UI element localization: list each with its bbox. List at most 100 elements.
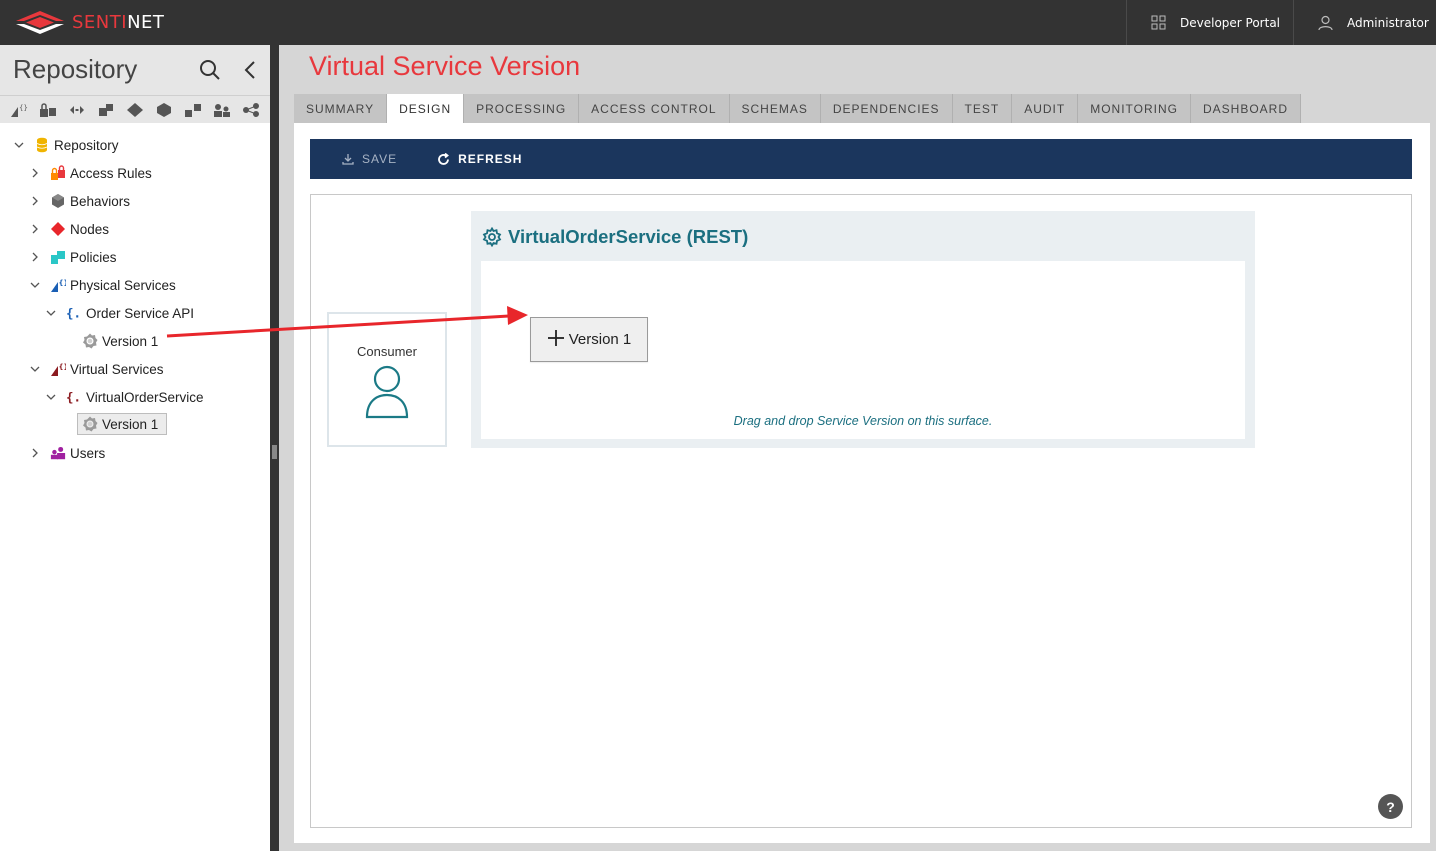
chevron-down-icon[interactable]: [12, 138, 26, 152]
tree-item-label: Nodes: [70, 221, 110, 237]
refresh-icon: [437, 152, 450, 166]
sidebar-toolbar: {}: [0, 95, 270, 123]
tree-item-label: VirtualOrderService: [86, 389, 204, 405]
chevron-right-icon[interactable]: [28, 222, 42, 236]
tree-item-nodes[interactable]: Nodes: [28, 218, 109, 240]
tab-dependencies[interactable]: DEPENDENCIES: [820, 94, 953, 123]
chevron-right-icon[interactable]: [28, 250, 42, 264]
tab-summary[interactable]: SUMMARY: [294, 94, 388, 123]
tab-access-control[interactable]: ACCESS CONTROL: [579, 94, 730, 123]
logo-text: SENTINET: [72, 12, 164, 33]
svg-text:{.}: {.}: [66, 389, 82, 404]
service-title-text: VirtualOrderService (REST): [508, 226, 749, 247]
plus-icon: [547, 329, 565, 351]
tab-schemas[interactable]: SCHEMAS: [729, 94, 821, 123]
logo-suffix: NET: [127, 11, 165, 33]
tree-item-virtual-services[interactable]: {} Virtual Services: [28, 358, 164, 380]
svg-text:{.}: {.}: [66, 305, 82, 320]
tree-item-label: Physical Services: [70, 277, 176, 293]
chevron-down-icon[interactable]: [44, 306, 58, 320]
version-node[interactable]: Version 1: [530, 317, 648, 362]
search-icon[interactable]: [199, 59, 221, 81]
tab-design[interactable]: DESIGN: [387, 94, 465, 123]
consumer-label: Consumer: [357, 344, 417, 359]
save-label: SAVE: [362, 152, 398, 166]
sidebar-title: Repository: [13, 54, 138, 84]
consumer-node[interactable]: Consumer: [327, 312, 447, 447]
tree-item-virtual-version[interactable]: Version 1: [77, 413, 168, 435]
access-rules-icon: [50, 165, 66, 181]
sidebar-header: Repository {}: [0, 45, 270, 123]
selected-item-box: Version 1: [77, 413, 168, 435]
tree-item-label: Access Rules: [70, 165, 152, 181]
user-name: Administrator: [1347, 15, 1429, 30]
api-braces-icon: {.}: [66, 305, 82, 321]
tree-item-physical-services[interactable]: {} Physical Services: [28, 274, 176, 296]
virtual-services-icon: {}: [50, 361, 66, 377]
nodes-icon: [50, 221, 66, 237]
refresh-button[interactable]: REFRESH: [437, 152, 522, 166]
gear-icon: [82, 333, 98, 349]
tree-item-virtual-order-service[interactable]: {.} VirtualOrderService: [44, 386, 204, 408]
tree-item-users[interactable]: Users: [28, 442, 105, 464]
drop-hint: Drag and drop Service Version on this su…: [733, 414, 993, 428]
tree-item-label: Repository: [54, 137, 119, 153]
diagram-icon[interactable]: [62, 99, 91, 121]
tab-bar: SUMMARY DESIGN PROCESSING ACCESS CONTROL…: [294, 94, 1302, 123]
tab-audit[interactable]: AUDIT: [1012, 94, 1079, 123]
behaviors-icon[interactable]: [149, 99, 178, 121]
grid-icon: [1151, 15, 1166, 30]
tree-item-repository[interactable]: Repository: [12, 134, 119, 156]
design-toolbar: SAVE REFRESH: [310, 139, 1412, 179]
hierarchy-icon[interactable]: [178, 99, 207, 121]
developer-portal-label: Developer Portal: [1180, 15, 1281, 30]
collapse-sidebar-icon[interactable]: [241, 59, 259, 81]
tree-item-label: Virtual Services: [70, 361, 164, 377]
tree-item-order-service-api[interactable]: {.} Order Service API: [44, 302, 194, 324]
database-icon: [34, 137, 50, 153]
policies-icon: [50, 249, 66, 265]
help-button[interactable]: ?: [1378, 794, 1403, 819]
chevron-down-icon[interactable]: [28, 362, 42, 376]
svg-text:{}: {}: [19, 104, 28, 112]
policies-icon[interactable]: [120, 99, 149, 121]
tab-dashboard[interactable]: DASHBOARD: [1191, 94, 1302, 123]
tree-item-label: Version 1: [102, 416, 159, 432]
access-rule-icon[interactable]: [33, 99, 62, 121]
logo-prefix: SENTI: [72, 11, 128, 33]
users-icon[interactable]: [207, 99, 236, 121]
chevron-down-icon[interactable]: [44, 390, 58, 404]
tree-item-behaviors[interactable]: Behaviors: [28, 190, 130, 212]
user-menu[interactable]: Administrator: [1293, 0, 1436, 45]
sharing-icon[interactable]: [236, 99, 265, 121]
behaviors-icon: [50, 193, 66, 209]
chevron-right-icon[interactable]: [28, 166, 42, 180]
user-icon: [1318, 15, 1333, 31]
splitter-handle[interactable]: [272, 445, 277, 459]
chevron-right-icon[interactable]: [28, 194, 42, 208]
refresh-label: REFRESH: [458, 152, 523, 166]
sentinet-logo[interactable]: SENTINET: [12, 7, 164, 37]
tree-item-label: Order Service API: [86, 305, 195, 321]
save-button[interactable]: SAVE: [342, 152, 397, 166]
tree-item-policies[interactable]: Policies: [28, 246, 117, 268]
physical-services-icon: {}: [50, 277, 66, 293]
gear-icon: [482, 227, 502, 247]
nodes-icon[interactable]: [91, 99, 120, 121]
tree-item-access-rules[interactable]: Access Rules: [28, 162, 152, 184]
chevron-down-icon[interactable]: [28, 278, 42, 292]
version-label: Version 1: [568, 331, 632, 348]
tree-item-label: Version 1: [102, 333, 159, 349]
chevron-right-icon[interactable]: [28, 446, 42, 460]
users-icon: [50, 445, 66, 461]
person-icon: [362, 364, 412, 424]
tab-monitoring[interactable]: MONITORING: [1078, 94, 1191, 123]
service-title: VirtualOrderService (REST): [482, 226, 748, 248]
tree-item-physical-version[interactable]: Version 1: [82, 330, 158, 352]
physical-service-icon[interactable]: {}: [4, 99, 33, 121]
tab-processing[interactable]: PROCESSING: [464, 94, 580, 123]
repository-sidebar: Repository {} Repository Access Rules Be…: [0, 45, 270, 851]
tab-test[interactable]: TEST: [952, 94, 1013, 123]
developer-portal-link[interactable]: Developer Portal: [1126, 0, 1293, 45]
tree-item-label: Policies: [70, 249, 117, 265]
